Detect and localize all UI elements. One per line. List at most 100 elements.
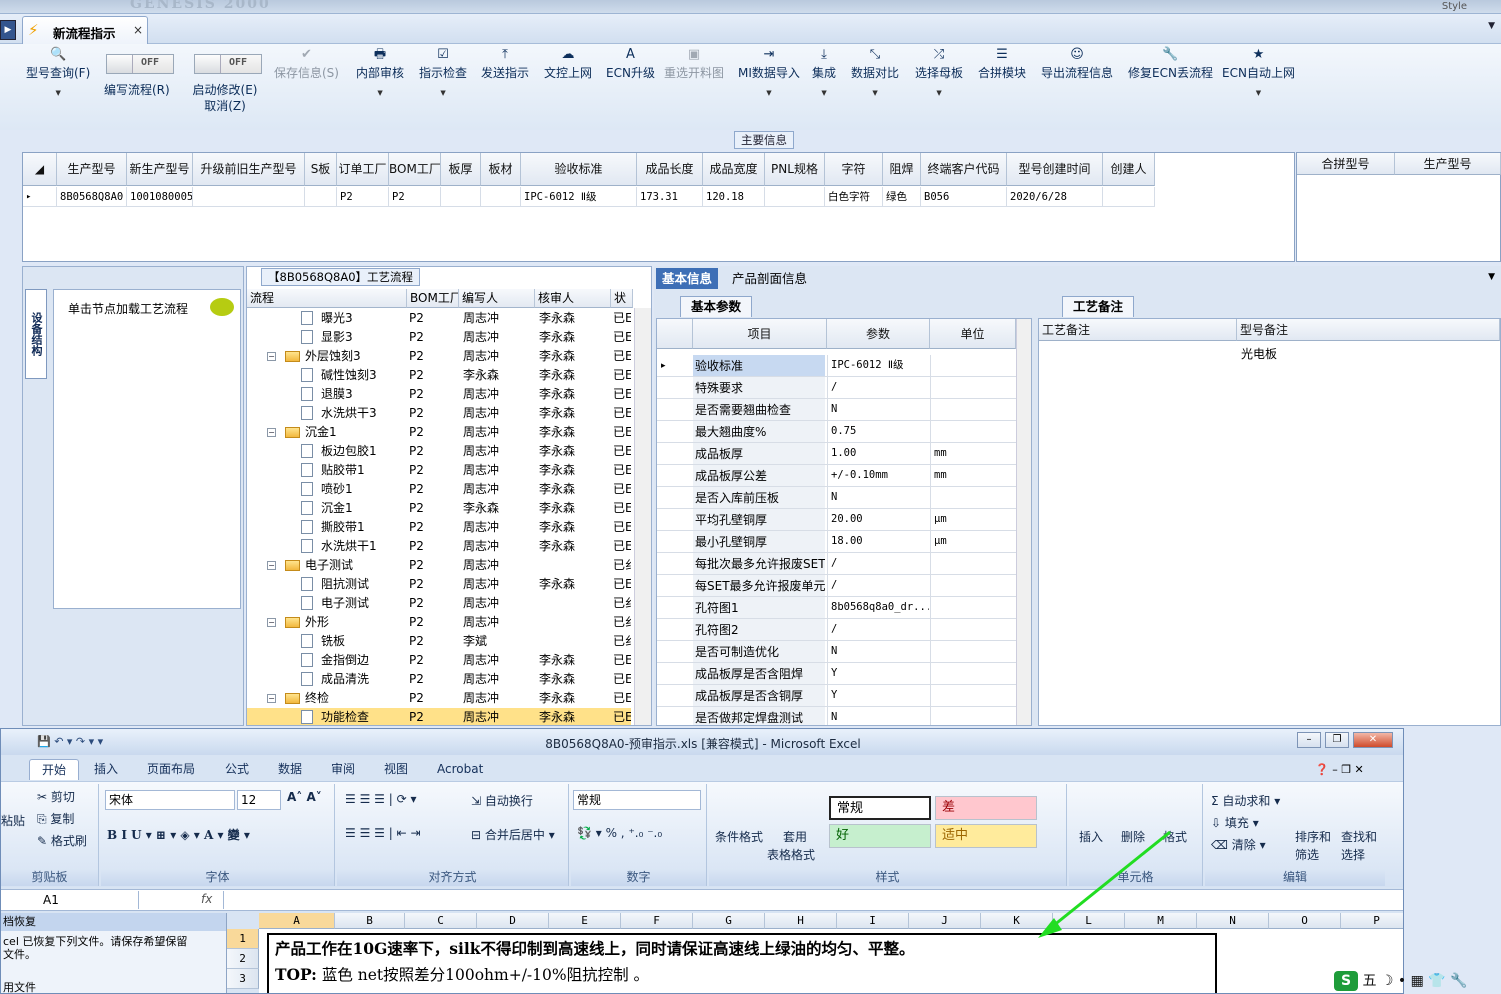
param-value[interactable]: N (827, 487, 929, 508)
column-header[interactable]: E (549, 913, 621, 929)
clear-button[interactable]: ⌫ 清除 ▾ (1211, 836, 1266, 853)
column-header[interactable]: D (477, 913, 549, 929)
param-unit[interactable] (930, 421, 1016, 442)
collapse-icon[interactable]: − (267, 561, 276, 570)
col-header[interactable]: 订单工厂 (337, 153, 389, 186)
ecn-auto-upload-button[interactable]: ★ ECN自动上网 ▼ (1222, 46, 1295, 97)
column-header[interactable]: J (909, 913, 981, 929)
tree-row[interactable]: 显影3 P2 周志冲 李永森 已E (247, 328, 631, 347)
data-compare-button[interactable]: ⤡ 数据对比 ▼ (851, 46, 899, 97)
col-writer[interactable]: 编写人 (459, 289, 535, 308)
col-header[interactable]: 阻焊 (883, 153, 921, 186)
param-value[interactable]: 0.75 (827, 421, 929, 442)
tab-basic-info[interactable]: 基本信息 (656, 268, 719, 289)
style-normal[interactable]: 常规 (829, 796, 931, 820)
param-row[interactable]: 平均孔壁铜厚 20.00 μm (657, 509, 1031, 531)
param-value[interactable]: N (827, 641, 929, 662)
ime-mode-label[interactable]: 五 (1362, 973, 1376, 989)
collapse-icon[interactable]: − (267, 352, 276, 361)
tree-row[interactable]: 板边包胶1 P2 周志冲 李永森 已E (247, 442, 631, 461)
col-header[interactable]: 新生产型号 (127, 153, 193, 186)
tab-device-structure[interactable]: 设备结构 (25, 289, 47, 379)
col-header[interactable]: 验收标准 (521, 153, 637, 186)
table-format-button[interactable]: 套用 (783, 828, 807, 845)
tab-data[interactable]: 数据 (278, 759, 302, 779)
doc-upload-button[interactable]: ☁ 文控上网 (544, 46, 592, 81)
col-flow[interactable]: 流程 (247, 289, 407, 308)
internal-review-button[interactable]: 🖶 内部审核 ▼ (356, 46, 404, 97)
find-select-label[interactable]: 选择 (1341, 846, 1365, 863)
col-header[interactable]: 成品长度 (637, 153, 703, 186)
tab-process-remark[interactable]: 工艺备注 (1062, 296, 1135, 317)
param-unit[interactable] (930, 685, 1016, 706)
column-header[interactable]: H (765, 913, 837, 929)
grid-cell[interactable] (193, 187, 305, 207)
collapse-icon[interactable]: − (267, 694, 276, 703)
tree-row[interactable]: 成品清洗 P2 周志冲 李永森 已E (247, 670, 631, 689)
param-value[interactable]: / (827, 619, 929, 640)
merge-module-button[interactable]: ☰ 合拼模块 (978, 46, 1026, 81)
col-header[interactable]: 终端客户代码 (921, 153, 1007, 186)
font-name-select[interactable]: 宋体 (105, 790, 235, 810)
grow-font-button[interactable]: A˄ A˅ (287, 790, 322, 804)
param-value[interactable]: N (827, 399, 929, 420)
table-format-label[interactable]: 表格格式 (767, 846, 815, 863)
param-row[interactable]: 是否可制造优化 N (657, 641, 1031, 663)
param-row[interactable]: 是否需要翘曲检查 N (657, 399, 1031, 421)
param-value[interactable]: / (827, 553, 929, 574)
param-unit[interactable] (930, 597, 1016, 618)
tray-icons[interactable]: ☽ • ▦ 👕 🔧 (1381, 973, 1468, 989)
grid-cell[interactable] (305, 187, 337, 207)
send-instruction-button[interactable]: ⤒ 发送指示 (481, 46, 529, 81)
grid-cell[interactable]: 绿色 (883, 187, 921, 207)
param-unit[interactable] (930, 399, 1016, 420)
mi-import-button[interactable]: ⇥ MI数据导入 ▼ (738, 46, 800, 97)
collapse-left-button[interactable]: ▶ (0, 20, 16, 40)
tree-row[interactable]: − 外形 P2 周志冲 已纟 (247, 613, 631, 632)
param-unit[interactable]: mm (930, 443, 1016, 464)
param-value[interactable]: 20.00 (827, 509, 929, 530)
param-row[interactable]: 是否入库前压板 N (657, 487, 1031, 509)
param-unit[interactable] (930, 355, 1016, 376)
column-header[interactable]: A (259, 913, 335, 929)
param-value[interactable]: +/-0.10mm (827, 465, 929, 486)
grid-cell[interactable]: 2020/6/28 (1007, 187, 1103, 207)
col-header[interactable]: BOM工厂 (389, 153, 441, 186)
model-query-button[interactable]: 🔍 型号查询(F) ▼ (26, 46, 90, 97)
param-row[interactable]: 孔符图1 8b0568q8a0_dr... (657, 597, 1031, 619)
paste-button[interactable]: 粘贴 (1, 812, 25, 829)
save-info-button[interactable]: ✔ 保存信息(S) (274, 46, 339, 81)
find-select-button[interactable]: 查找和 (1341, 828, 1377, 845)
param-unit[interactable] (930, 707, 1016, 725)
sort-filter-button[interactable]: 排序和 (1295, 828, 1331, 845)
param-row[interactable]: 成品板厚是否含阻焊 Y (657, 663, 1031, 685)
param-value[interactable]: Y (827, 685, 929, 706)
align-buttons[interactable]: ☰ ☰ ☰ | ⟳ ▾ (345, 792, 416, 806)
fx-icon[interactable]: fx (201, 892, 212, 906)
tree-row[interactable]: 阻抗测试 P2 周志冲 李永森 已E (247, 575, 631, 594)
remark-grid[interactable]: 工艺备注 型号备注 光电板 (1038, 318, 1501, 726)
copy-button[interactable]: ⎘ 复制 (37, 810, 74, 827)
close-icon[interactable]: × (133, 23, 143, 37)
column-header[interactable]: N (1197, 913, 1269, 929)
tree-row[interactable]: 碱性蚀刻3 P2 李永森 李永森 已E (247, 366, 631, 385)
tree-row[interactable]: 曝光3 P2 周志冲 李永森 已E (247, 309, 631, 328)
select-master-button[interactable]: ⤮ 选择母板 ▼ (915, 46, 963, 97)
param-row[interactable]: 成品板厚公差 +/-0.10mm mm (657, 465, 1031, 487)
minimize-button[interactable]: – (1297, 732, 1321, 748)
tab-acrobat[interactable]: Acrobat (437, 759, 483, 779)
tree-row[interactable]: 撕胶带1 P2 周志冲 李永森 已E (247, 518, 631, 537)
collapse-icon[interactable]: − (267, 618, 276, 627)
grid-cell[interactable]: IPC-6012 Ⅱ级 (521, 187, 637, 207)
tree-scrollbar[interactable] (634, 308, 651, 725)
param-unit[interactable] (930, 553, 1016, 574)
grid-cell[interactable]: 白色字符 (825, 187, 883, 207)
wrap-text-button[interactable]: ⇲ 自动换行 (471, 792, 533, 809)
tree-row[interactable]: − 电子测试 P2 周志冲 已纟 (247, 556, 631, 575)
param-unit[interactable]: mm (930, 465, 1016, 486)
col-header[interactable]: 型号创建时间 (1007, 153, 1103, 186)
cell-a1[interactable]: 产品工作在10G速率下，silk不得印制到高速线上，同时请保证高速线上绿油的均匀… (267, 933, 1217, 993)
col-header[interactable]: 创建人 (1103, 153, 1155, 186)
param-value[interactable]: N (827, 707, 929, 725)
number-buttons[interactable]: 💱 ▾ % , ⁺.₀ ⁻.₀ (577, 826, 662, 840)
